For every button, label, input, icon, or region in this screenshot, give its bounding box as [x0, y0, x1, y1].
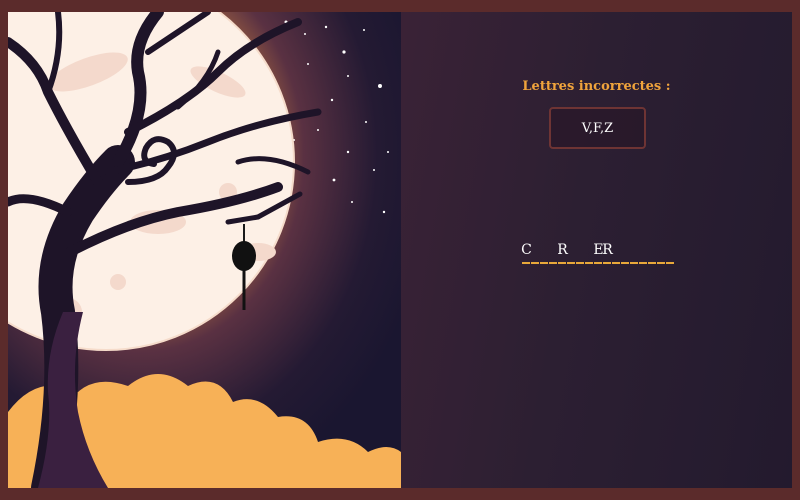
letter-slot: [612, 242, 621, 264]
letter-underline: [540, 262, 548, 264]
letter-underline: [630, 262, 638, 264]
wrong-letters-label: Lettres incorrectes :: [522, 79, 671, 94]
letter-slot: R: [557, 242, 568, 264]
letter-underline: [666, 262, 674, 264]
letter-slot: [531, 242, 540, 264]
scene-illustration: [8, 12, 401, 488]
letter-underline: [567, 262, 575, 264]
letter-slot: C: [521, 242, 532, 264]
letter-underline: [558, 262, 566, 264]
letter-underline: [612, 262, 620, 264]
letter-slot: [657, 242, 666, 264]
letter-underline: [549, 262, 557, 264]
letter-slot: R: [602, 242, 613, 264]
letter-slot: [648, 242, 657, 264]
letter-slot: [666, 242, 675, 264]
letter-slot: [540, 242, 549, 264]
wrong-letters-box[interactable]: V,F,Z: [549, 107, 646, 149]
game-panel: Lettres incorrectes : V,F,Z CRER: [401, 12, 792, 488]
letter-underline: [522, 262, 530, 264]
letter-underline: [621, 262, 629, 264]
hangman-scene: [8, 12, 401, 488]
letter-underline: [585, 262, 593, 264]
letter-underline: [576, 262, 584, 264]
letter-underline: [531, 262, 539, 264]
letter-underline: [639, 262, 647, 264]
letter-slot: [576, 242, 585, 264]
letter-slot: [567, 242, 576, 264]
letter-slot: [621, 242, 630, 264]
letter-underline: [603, 262, 611, 264]
wrong-letters-value: V,F,Z: [581, 120, 614, 136]
letter-underline: [594, 262, 602, 264]
letter-slot: [630, 242, 639, 264]
letter-slot: [639, 242, 648, 264]
letter-underline: [657, 262, 665, 264]
letter-underline: [648, 262, 656, 264]
